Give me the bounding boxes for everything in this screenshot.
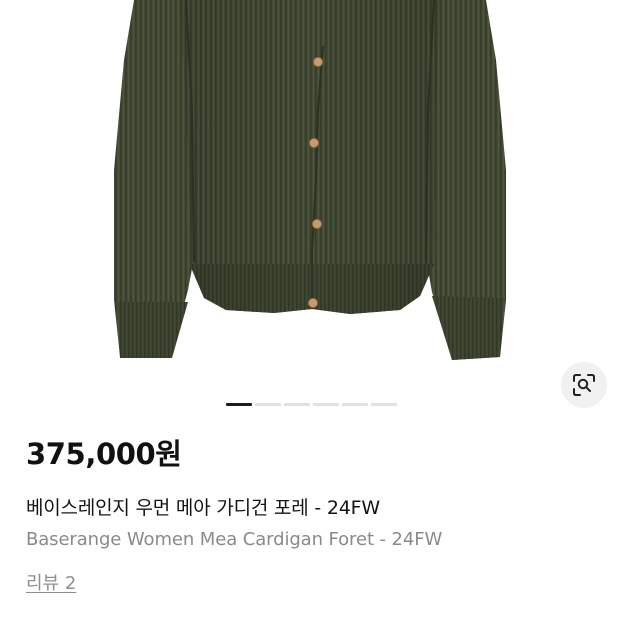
pager-dot-1[interactable] [226, 403, 252, 406]
pager-dot-6[interactable] [371, 403, 397, 406]
image-search-button[interactable] [561, 362, 607, 408]
right-cuff [432, 296, 504, 360]
left-cuff [118, 302, 188, 358]
product-detail-page: 375,000원 베이스레인지 우먼 메아 가디건 포레 - 24FW Base… [0, 0, 620, 620]
pager-dot-5[interactable] [342, 403, 368, 406]
image-search-icon [573, 374, 595, 396]
product-title-english: Baserange Women Mea Cardigan Foret - 24F… [26, 529, 443, 550]
body-shading [180, 0, 440, 314]
product-image[interactable] [0, 0, 620, 400]
product-price: 375,000원 [26, 437, 182, 471]
pager-dot-4[interactable] [313, 403, 339, 406]
product-title-korean: 베이스레인지 우먼 메아 가디건 포레 - 24FW [26, 497, 380, 519]
review-link[interactable]: 리뷰 2 [26, 572, 76, 595]
cardigan-photo [114, 0, 506, 360]
pager-dot-2[interactable] [255, 403, 281, 406]
pager-dot-3[interactable] [284, 403, 310, 406]
image-pager [226, 403, 397, 407]
